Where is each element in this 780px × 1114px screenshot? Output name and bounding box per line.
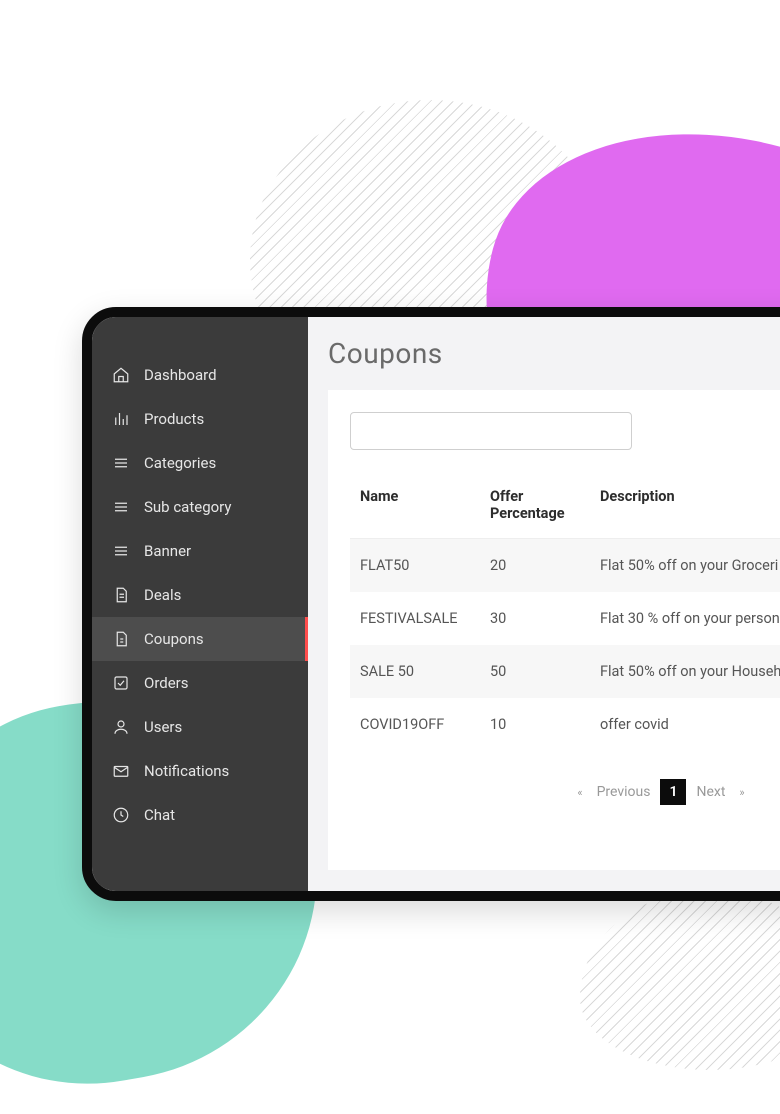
pagination: « Previous 1 Next » bbox=[350, 779, 780, 805]
sidebar-item-dashboard[interactable]: Dashboard bbox=[92, 353, 308, 397]
cell-description: Flat 50% off on your Groceri bbox=[590, 539, 780, 593]
sidebar-item-label: Users bbox=[144, 718, 182, 736]
pagination-page-1[interactable]: 1 bbox=[660, 779, 686, 805]
cell-offer: 50 bbox=[480, 645, 590, 698]
bar-chart-icon bbox=[112, 410, 130, 428]
cell-offer: 20 bbox=[480, 539, 590, 593]
col-header-name[interactable]: Name bbox=[350, 476, 480, 539]
sidebar-item-label: Banner bbox=[144, 542, 191, 560]
cell-description: Flat 30 % off on your person bbox=[590, 592, 780, 645]
sidebar-item-label: Sub category bbox=[144, 498, 231, 516]
coupon-icon bbox=[112, 630, 130, 648]
sidebar-item-products[interactable]: Products bbox=[92, 397, 308, 441]
cell-offer: 30 bbox=[480, 592, 590, 645]
cell-name: FLAT50 bbox=[350, 539, 480, 593]
sidebar-item-label: Products bbox=[144, 410, 204, 428]
sidebar-item-users[interactable]: Users bbox=[92, 705, 308, 749]
sidebar: Dashboard Products Categories Sub catego… bbox=[92, 317, 308, 891]
content-panel: Name Offer Percentage Description FLAT50… bbox=[328, 390, 780, 870]
search-input[interactable] bbox=[350, 412, 632, 450]
user-icon bbox=[112, 718, 130, 736]
sidebar-item-label: Orders bbox=[144, 674, 189, 692]
cell-name: FESTIVALSALE bbox=[350, 592, 480, 645]
cell-description: offer covid bbox=[590, 698, 780, 751]
decorative-stripes-bottom bbox=[580, 890, 780, 1070]
menu-icon bbox=[112, 498, 130, 516]
col-header-description[interactable]: Description bbox=[590, 476, 780, 539]
sidebar-item-label: Deals bbox=[144, 586, 181, 604]
sidebar-item-orders[interactable]: Orders bbox=[92, 661, 308, 705]
pagination-previous[interactable]: Previous bbox=[593, 784, 655, 800]
col-header-offer[interactable]: Offer Percentage bbox=[480, 476, 590, 539]
table-header-row: Name Offer Percentage Description bbox=[350, 476, 780, 539]
sidebar-item-label: Coupons bbox=[144, 630, 204, 648]
chevron-first-icon[interactable]: « bbox=[573, 786, 586, 799]
home-icon bbox=[112, 366, 130, 384]
sidebar-item-label: Categories bbox=[144, 454, 216, 472]
sidebar-item-banner[interactable]: Banner bbox=[92, 529, 308, 573]
menu-icon bbox=[112, 454, 130, 472]
main-content: Coupons Name Offer Percentage Descriptio… bbox=[308, 317, 780, 891]
cell-offer: 10 bbox=[480, 698, 590, 751]
table-row[interactable]: COVID19OFF 10 offer covid bbox=[350, 698, 780, 751]
sidebar-item-sub-category[interactable]: Sub category bbox=[92, 485, 308, 529]
sidebar-item-notifications[interactable]: Notifications bbox=[92, 749, 308, 793]
sidebar-item-chat[interactable]: Chat bbox=[92, 793, 308, 837]
coupons-table: Name Offer Percentage Description FLAT50… bbox=[350, 476, 780, 751]
document-icon bbox=[112, 586, 130, 604]
cell-name: COVID19OFF bbox=[350, 698, 480, 751]
sidebar-item-label: Chat bbox=[144, 806, 175, 824]
sidebar-item-deals[interactable]: Deals bbox=[92, 573, 308, 617]
table-row[interactable]: FLAT50 20 Flat 50% off on your Groceri bbox=[350, 539, 780, 593]
tablet-frame: Dashboard Products Categories Sub catego… bbox=[82, 307, 780, 901]
mail-icon bbox=[112, 762, 130, 780]
clock-icon bbox=[112, 806, 130, 824]
table-row[interactable]: FESTIVALSALE 30 Flat 30 % off on your pe… bbox=[350, 592, 780, 645]
table-row[interactable]: SALE 50 50 Flat 50% off on your Househ bbox=[350, 645, 780, 698]
pagination-next[interactable]: Next bbox=[692, 784, 729, 800]
menu-icon bbox=[112, 542, 130, 560]
sidebar-item-categories[interactable]: Categories bbox=[92, 441, 308, 485]
cell-name: SALE 50 bbox=[350, 645, 480, 698]
app-container: Dashboard Products Categories Sub catego… bbox=[92, 317, 780, 891]
chevron-last-icon[interactable]: » bbox=[735, 786, 748, 799]
page-title: Coupons bbox=[308, 337, 780, 390]
sidebar-item-coupons[interactable]: Coupons bbox=[92, 617, 308, 661]
cell-description: Flat 50% off on your Househ bbox=[590, 645, 780, 698]
check-square-icon bbox=[112, 674, 130, 692]
sidebar-item-label: Dashboard bbox=[144, 366, 217, 384]
sidebar-item-label: Notifications bbox=[144, 762, 229, 780]
